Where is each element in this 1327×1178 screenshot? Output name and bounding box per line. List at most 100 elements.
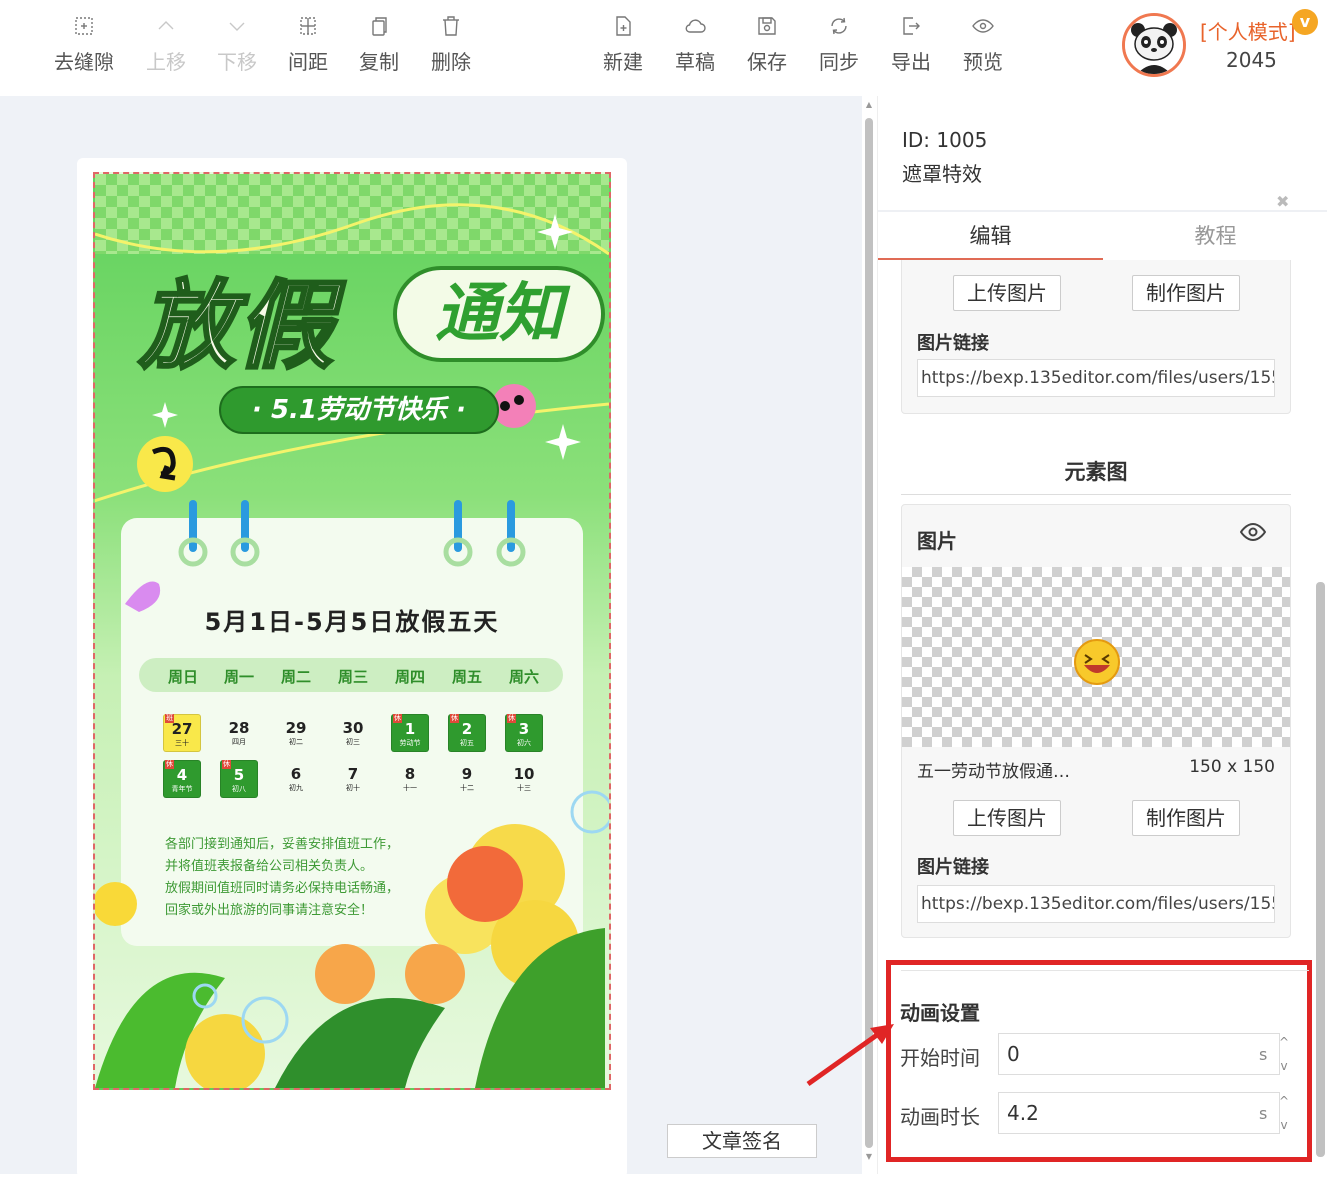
duration-unit: s (1259, 1104, 1268, 1123)
day-flag: 休 (507, 714, 516, 723)
chevron-up-icon[interactable]: ^ (1277, 1094, 1291, 1108)
copy-label: 复制 (359, 50, 399, 74)
day-number: 10 (513, 765, 535, 783)
tools-icon[interactable]: ✖ (1276, 192, 1289, 211)
export-label: 导出 (891, 50, 931, 74)
move-up-button[interactable]: 上移 (130, 14, 202, 78)
canvas-scroll-thumb[interactable] (865, 118, 873, 1148)
chevron-down-icon[interactable]: v (1277, 1059, 1291, 1073)
image-block-title: 图片 (917, 529, 957, 553)
laughing-emoji-icon (1074, 639, 1120, 685)
element-id: ID: 1005 (902, 128, 988, 152)
calendar-day: 休 3 初六 (505, 714, 543, 752)
delete-button[interactable]: 删除 (415, 14, 487, 78)
image-link-input[interactable]: https://bexp.135editor.com/files/users/1… (917, 359, 1275, 397)
panel-tabs: 编辑 教程 (878, 214, 1327, 260)
upload-image-button[interactable]: 上传图片 (953, 275, 1061, 311)
personal-mode-label[interactable]: [个人模式] (1200, 16, 1296, 45)
remove-gap-button[interactable]: 去缝隙 (48, 14, 120, 78)
article-signature-button[interactable]: 文章签名 (667, 1124, 817, 1158)
start-time-input[interactable]: 0 (998, 1033, 1280, 1075)
tab-tutorial[interactable]: 教程 (1103, 214, 1327, 260)
sync-icon (831, 17, 847, 35)
new-file-icon (616, 16, 631, 36)
weekday-label: 周六 (508, 668, 539, 686)
holiday-headline: 5月1日-5月5日放假五天 (204, 608, 500, 636)
day-lunar: 初二 (289, 738, 303, 746)
weekday-row: 周日 周一 周二 周三 周四 周五 周六 (155, 666, 555, 690)
move-down-button[interactable]: 下移 (201, 14, 273, 78)
copy-button[interactable]: 复制 (343, 14, 415, 78)
draft-button[interactable]: 草稿 (659, 14, 731, 78)
image-link-input[interactable]: https://bexp.135editor.com/files/users/1… (917, 885, 1275, 923)
remove-gap-label: 去缝隙 (54, 50, 114, 74)
calendar-day: 30 初三 (334, 714, 372, 752)
calendar-day: 9 十二 (448, 760, 486, 798)
poster-subtitle: · 5.1劳动节快乐 · (219, 386, 499, 434)
panel-scrollbar[interactable] (1314, 262, 1327, 1162)
poster-title-tag: 通知 (393, 266, 605, 362)
scroll-down-arrow[interactable]: ▼ (864, 1152, 874, 1164)
weekday-label: 周四 (394, 668, 425, 686)
day-lunar: 四月 (232, 738, 246, 746)
delete-label: 删除 (431, 50, 471, 74)
section-divider (901, 494, 1291, 495)
day-number: 28 (228, 719, 250, 737)
holiday-poster[interactable]: 放假 通知 · 5.1劳动节快乐 · 5月1日-5月5日放假五天 周日 周一 周… (93, 172, 611, 1090)
tab-edit[interactable]: 编辑 (878, 214, 1103, 260)
red-arrow-icon (806, 1024, 894, 1087)
eye-icon[interactable] (1240, 521, 1266, 543)
calendar-day: 休 5 初八 (220, 760, 258, 798)
element-image-block: 图片 五一劳动节放假通… 150 x 150 上传图片 制作图片 图片链接 ht… (901, 504, 1291, 938)
scroll-up-arrow[interactable]: ▲ (864, 100, 874, 112)
day-number: 9 (461, 765, 473, 783)
image-link-label: 图片链接 (917, 333, 989, 354)
element-name: 遮罩特效 (902, 162, 982, 186)
day-lunar: 初三 (346, 738, 360, 746)
save-button[interactable]: 保存 (731, 14, 803, 78)
spacing-button[interactable]: 间距 (272, 14, 344, 78)
canvas-scrollbar[interactable]: ▲ ▼ (864, 100, 874, 1161)
remove-gap-icon (75, 17, 93, 35)
day-lunar: 初五 (460, 739, 474, 747)
day-lunar: 十一 (403, 784, 417, 792)
calendar-day: 休 2 初五 (448, 714, 486, 752)
sync-label: 同步 (819, 50, 859, 74)
preview-button[interactable]: 预览 (947, 14, 1019, 78)
mask-image-block: 上传图片 制作图片 图片链接 https://bexp.135editor.co… (901, 260, 1291, 414)
day-lunar: 十二 (460, 784, 474, 792)
weekday-label: 周日 (167, 668, 198, 686)
poster-title: 放假 (138, 269, 335, 384)
image-link-label: 图片链接 (917, 857, 989, 878)
notice-text: 各部门接到通知后，妥善安排值班工作， 并将值班表报备给公司相关负责人。 放假期间… (165, 834, 465, 922)
chevron-up-icon[interactable]: ^ (1277, 1035, 1291, 1049)
day-lunar: 初八 (232, 785, 246, 793)
make-image-button[interactable]: 制作图片 (1132, 275, 1240, 311)
avatar[interactable] (1122, 13, 1186, 77)
upload-image-button[interactable]: 上传图片 (953, 800, 1061, 836)
export-button[interactable]: 导出 (875, 14, 947, 78)
sync-button[interactable]: 同步 (803, 14, 875, 78)
calendar-day: 班 27 三十 (163, 714, 201, 752)
chevron-up-icon (158, 21, 174, 30)
vip-badge: v (1292, 9, 1318, 35)
day-lunar: 初十 (346, 784, 360, 792)
calendar-day: 28 四月 (220, 714, 258, 752)
panel-scroll-thumb[interactable] (1316, 582, 1325, 1157)
day-lunar: 劳动节 (399, 739, 421, 747)
day-lunar: 青年节 (171, 785, 193, 793)
day-lunar: 初九 (289, 784, 303, 792)
day-flag: 休 (222, 760, 231, 769)
export-icon (903, 17, 920, 35)
image-preview[interactable] (902, 567, 1290, 747)
start-time-unit: s (1259, 1045, 1268, 1064)
duration-input[interactable]: 4.2 (998, 1092, 1280, 1134)
notice-line: 回家或外出旅游的同事请注意安全！ (165, 903, 374, 918)
element-info: ID: 1005 遮罩特效 ✖ (878, 96, 1327, 212)
day-flag: 休 (393, 714, 402, 723)
top-toolbar: 去缝隙 上移 下移 间距 复制 删除 新建 草稿 保存 同步 导出 预览 [个人… (0, 0, 1327, 96)
chevron-down-icon[interactable]: v (1277, 1118, 1291, 1132)
new-button[interactable]: 新建 (587, 14, 659, 78)
animation-title: 动画设置 (900, 1001, 980, 1025)
make-image-button[interactable]: 制作图片 (1132, 800, 1240, 836)
